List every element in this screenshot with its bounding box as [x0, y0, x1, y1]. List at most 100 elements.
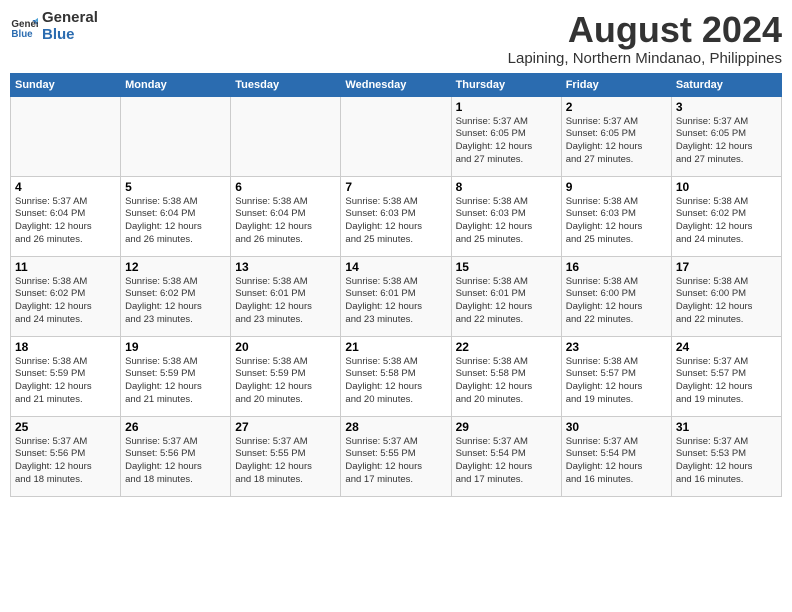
day-info: Sunrise: 5:38 AM Sunset: 6:02 PM Dayligh…: [15, 276, 116, 327]
day-info: Sunrise: 5:38 AM Sunset: 5:58 PM Dayligh…: [345, 356, 446, 407]
calendar-cell: 20Sunrise: 5:38 AM Sunset: 5:59 PM Dayli…: [231, 336, 341, 416]
day-number: 29: [456, 420, 557, 434]
header-day-wednesday: Wednesday: [341, 73, 451, 96]
calendar-cell: 7 Sunrise: 5:38 AM Sunset: 6:03 PM Daylig…: [341, 176, 451, 256]
day-info: Sunrise: 5:38 AM Sunset: 5:59 PM Dayligh…: [15, 356, 116, 407]
day-info: Sunrise: 5:37 AM Sunset: 6:04 PM Dayligh…: [15, 196, 116, 247]
day-number: 8: [456, 180, 557, 194]
calendar-cell: 16Sunrise: 5:38 AM Sunset: 6:00 PM Dayli…: [561, 256, 671, 336]
day-info: Sunrise: 5:37 AM Sunset: 5:57 PM Dayligh…: [676, 356, 777, 407]
day-info: Sunrise: 5:37 AM Sunset: 5:55 PM Dayligh…: [235, 436, 336, 487]
day-number: 22: [456, 340, 557, 354]
header-day-saturday: Saturday: [671, 73, 781, 96]
logo: General Blue General Blue: [10, 10, 98, 43]
day-info: Sunrise: 5:38 AM Sunset: 6:00 PM Dayligh…: [676, 276, 777, 327]
calendar-cell: 4 Sunrise: 5:37 AM Sunset: 6:04 PM Daylig…: [11, 176, 121, 256]
header-row: SundayMondayTuesdayWednesdayThursdayFrid…: [11, 73, 782, 96]
calendar-table: SundayMondayTuesdayWednesdayThursdayFrid…: [10, 73, 782, 497]
calendar-cell: [121, 96, 231, 176]
day-info: Sunrise: 5:38 AM Sunset: 6:01 PM Dayligh…: [345, 276, 446, 327]
day-number: 23: [566, 340, 667, 354]
day-number: 5: [125, 180, 226, 194]
day-info: Sunrise: 5:37 AM Sunset: 6:05 PM Dayligh…: [676, 116, 777, 167]
day-number: 18: [15, 340, 116, 354]
day-number: 25: [15, 420, 116, 434]
day-info: Sunrise: 5:37 AM Sunset: 5:56 PM Dayligh…: [15, 436, 116, 487]
day-number: 1: [456, 100, 557, 114]
calendar-cell: 13 Sunrise: 5:38 AM Sunset: 6:01 PM Dayli…: [231, 256, 341, 336]
calendar-cell: 12 Sunrise: 5:38 AM Sunset: 6:02 PM Dayli…: [121, 256, 231, 336]
calendar-cell: 22Sunrise: 5:38 AM Sunset: 5:58 PM Dayli…: [451, 336, 561, 416]
day-number: 13: [235, 260, 336, 274]
day-number: 31: [676, 420, 777, 434]
day-info: Sunrise: 5:38 AM Sunset: 6:02 PM Dayligh…: [125, 276, 226, 327]
logo-text-general: General: [42, 10, 98, 27]
header-day-thursday: Thursday: [451, 73, 561, 96]
calendar-cell: 6 Sunrise: 5:38 AM Sunset: 6:04 PM Daylig…: [231, 176, 341, 256]
calendar-header: SundayMondayTuesdayWednesdayThursdayFrid…: [11, 73, 782, 96]
day-number: 19: [125, 340, 226, 354]
calendar-cell: 3 Sunrise: 5:37 AM Sunset: 6:05 PM Daylig…: [671, 96, 781, 176]
calendar-cell: 2 Sunrise: 5:37 AM Sunset: 6:05 PM Daylig…: [561, 96, 671, 176]
day-number: 11: [15, 260, 116, 274]
day-info: Sunrise: 5:38 AM Sunset: 6:03 PM Dayligh…: [345, 196, 446, 247]
day-info: Sunrise: 5:37 AM Sunset: 5:56 PM Dayligh…: [125, 436, 226, 487]
day-number: 9: [566, 180, 667, 194]
day-number: 21: [345, 340, 446, 354]
day-number: 7: [345, 180, 446, 194]
day-info: Sunrise: 5:38 AM Sunset: 6:01 PM Dayligh…: [235, 276, 336, 327]
calendar-cell: 8 Sunrise: 5:38 AM Sunset: 6:03 PM Daylig…: [451, 176, 561, 256]
calendar-cell: 15Sunrise: 5:38 AM Sunset: 6:01 PM Dayli…: [451, 256, 561, 336]
header-day-tuesday: Tuesday: [231, 73, 341, 96]
day-number: 30: [566, 420, 667, 434]
calendar-cell: [11, 96, 121, 176]
day-number: 27: [235, 420, 336, 434]
day-info: Sunrise: 5:38 AM Sunset: 6:03 PM Dayligh…: [456, 196, 557, 247]
calendar-cell: 17Sunrise: 5:38 AM Sunset: 6:00 PM Dayli…: [671, 256, 781, 336]
calendar-cell: 1Sunrise: 5:37 AM Sunset: 6:05 PM Daylig…: [451, 96, 561, 176]
calendar-cell: 11 Sunrise: 5:38 AM Sunset: 6:02 PM Dayli…: [11, 256, 121, 336]
svg-text:Blue: Blue: [11, 28, 33, 39]
page-header: General Blue General Blue August 2024 La…: [10, 10, 782, 67]
week-row-2: 4 Sunrise: 5:37 AM Sunset: 6:04 PM Daylig…: [11, 176, 782, 256]
week-row-1: 1 Sunrise: 5:37 AM Sunset: 6:05 PM Daylig…: [11, 96, 782, 176]
day-number: 4: [15, 180, 116, 194]
day-number: 14: [345, 260, 446, 274]
calendar-cell: 23 Sunrise: 5:38 AM Sunset: 5:57 PM Dayli…: [561, 336, 671, 416]
day-number: 24: [676, 340, 777, 354]
day-info: Sunrise: 5:37 AM Sunset: 5:54 PM Dayligh…: [456, 436, 557, 487]
day-info: Sunrise: 5:38 AM Sunset: 5:59 PM Dayligh…: [125, 356, 226, 407]
week-row-5: 25 Sunrise: 5:37 AM Sunset: 5:56 PM Dayli…: [11, 416, 782, 496]
day-number: 3: [676, 100, 777, 114]
calendar-cell: 19 Sunrise: 5:38 AM Sunset: 5:59 PM Dayli…: [121, 336, 231, 416]
day-number: 6: [235, 180, 336, 194]
day-number: 26: [125, 420, 226, 434]
logo-icon: General Blue: [10, 13, 38, 41]
day-info: Sunrise: 5:38 AM Sunset: 5:57 PM Dayligh…: [566, 356, 667, 407]
calendar-cell: 9Sunrise: 5:38 AM Sunset: 6:03 PM Daylig…: [561, 176, 671, 256]
day-number: 28: [345, 420, 446, 434]
day-info: Sunrise: 5:38 AM Sunset: 6:02 PM Dayligh…: [676, 196, 777, 247]
day-info: Sunrise: 5:38 AM Sunset: 6:04 PM Dayligh…: [125, 196, 226, 247]
day-info: Sunrise: 5:37 AM Sunset: 6:05 PM Dayligh…: [566, 116, 667, 167]
title-block: August 2024 Lapining, Northern Mindanao,…: [508, 10, 782, 67]
day-number: 2: [566, 100, 667, 114]
calendar-cell: 25 Sunrise: 5:37 AM Sunset: 5:56 PM Dayli…: [11, 416, 121, 496]
day-number: 10: [676, 180, 777, 194]
header-day-monday: Monday: [121, 73, 231, 96]
calendar-cell: 14 Sunrise: 5:38 AM Sunset: 6:01 PM Dayli…: [341, 256, 451, 336]
day-number: 20: [235, 340, 336, 354]
location: Lapining, Northern Mindanao, Philippines: [508, 50, 782, 67]
day-number: 15: [456, 260, 557, 274]
calendar-cell: 31Sunrise: 5:37 AM Sunset: 5:53 PM Dayli…: [671, 416, 781, 496]
day-number: 12: [125, 260, 226, 274]
day-info: Sunrise: 5:38 AM Sunset: 6:04 PM Dayligh…: [235, 196, 336, 247]
day-info: Sunrise: 5:37 AM Sunset: 5:55 PM Dayligh…: [345, 436, 446, 487]
calendar-cell: 26 Sunrise: 5:37 AM Sunset: 5:56 PM Dayli…: [121, 416, 231, 496]
logo-text-blue: Blue: [42, 27, 98, 44]
calendar-cell: 21 Sunrise: 5:38 AM Sunset: 5:58 PM Dayli…: [341, 336, 451, 416]
header-day-sunday: Sunday: [11, 73, 121, 96]
week-row-4: 18 Sunrise: 5:38 AM Sunset: 5:59 PM Dayli…: [11, 336, 782, 416]
day-info: Sunrise: 5:38 AM Sunset: 6:00 PM Dayligh…: [566, 276, 667, 327]
calendar-cell: 30Sunrise: 5:37 AM Sunset: 5:54 PM Dayli…: [561, 416, 671, 496]
